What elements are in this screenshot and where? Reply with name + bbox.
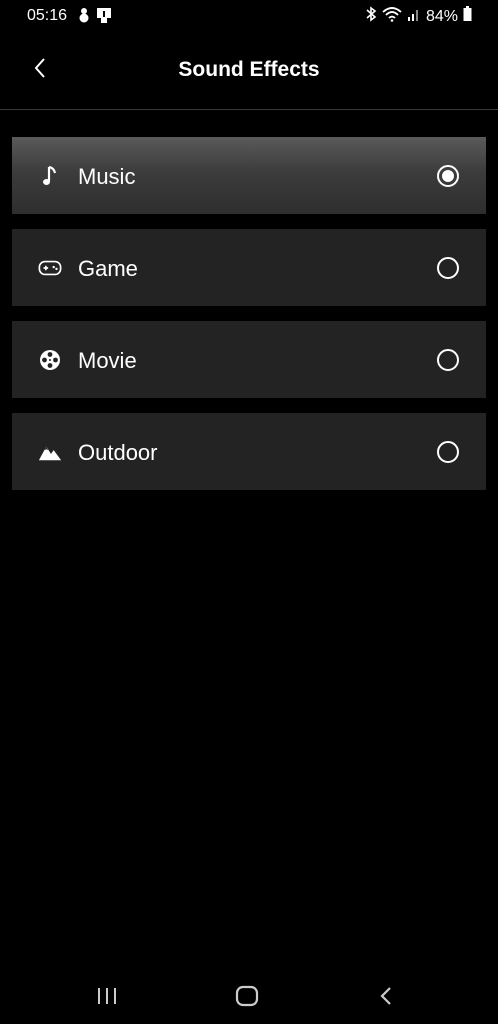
option-label: Outdoor bbox=[78, 440, 158, 465]
mountain-icon bbox=[38, 440, 62, 464]
home-button[interactable] bbox=[227, 984, 267, 1012]
back-icon bbox=[378, 985, 394, 1012]
gamepad-icon bbox=[38, 256, 62, 280]
signal-icon bbox=[407, 6, 421, 27]
bluetooth-icon bbox=[365, 6, 377, 27]
status-notification-icons bbox=[78, 7, 112, 28]
home-icon bbox=[235, 985, 259, 1012]
sound-effects-list: Music Game Movie Outdoor bbox=[12, 137, 486, 505]
app-notification-icon bbox=[96, 7, 112, 28]
snowman-icon bbox=[78, 7, 90, 28]
music-note-icon bbox=[38, 164, 62, 188]
status-time: 05:16 bbox=[27, 7, 68, 24]
option-movie[interactable]: Movie bbox=[12, 321, 486, 398]
film-reel-icon bbox=[38, 348, 62, 372]
battery-percentage: 84% bbox=[425, 7, 458, 25]
option-game[interactable]: Game bbox=[12, 229, 486, 306]
radio-button[interactable] bbox=[437, 257, 459, 279]
system-nav-bar bbox=[0, 964, 498, 1024]
option-outdoor[interactable]: Outdoor bbox=[12, 413, 486, 490]
battery-icon bbox=[463, 6, 472, 27]
status-right-icons: 84% bbox=[365, 6, 472, 27]
radio-button[interactable] bbox=[437, 349, 459, 371]
option-music[interactable]: Music bbox=[12, 137, 486, 214]
option-label: Music bbox=[78, 164, 136, 189]
recent-apps-button[interactable] bbox=[87, 984, 127, 1012]
radio-button-selected[interactable] bbox=[437, 165, 459, 187]
nav-back-button[interactable] bbox=[366, 984, 406, 1012]
option-label: Game bbox=[78, 256, 138, 281]
option-label: Movie bbox=[78, 348, 137, 373]
wifi-icon bbox=[382, 6, 402, 27]
recent-apps-icon bbox=[96, 986, 118, 1011]
app-header: Sound Effects bbox=[0, 32, 498, 110]
radio-button[interactable] bbox=[437, 441, 459, 463]
page-title: Sound Effects bbox=[178, 58, 320, 81]
status-bar: 05:16 84% bbox=[0, 0, 498, 32]
